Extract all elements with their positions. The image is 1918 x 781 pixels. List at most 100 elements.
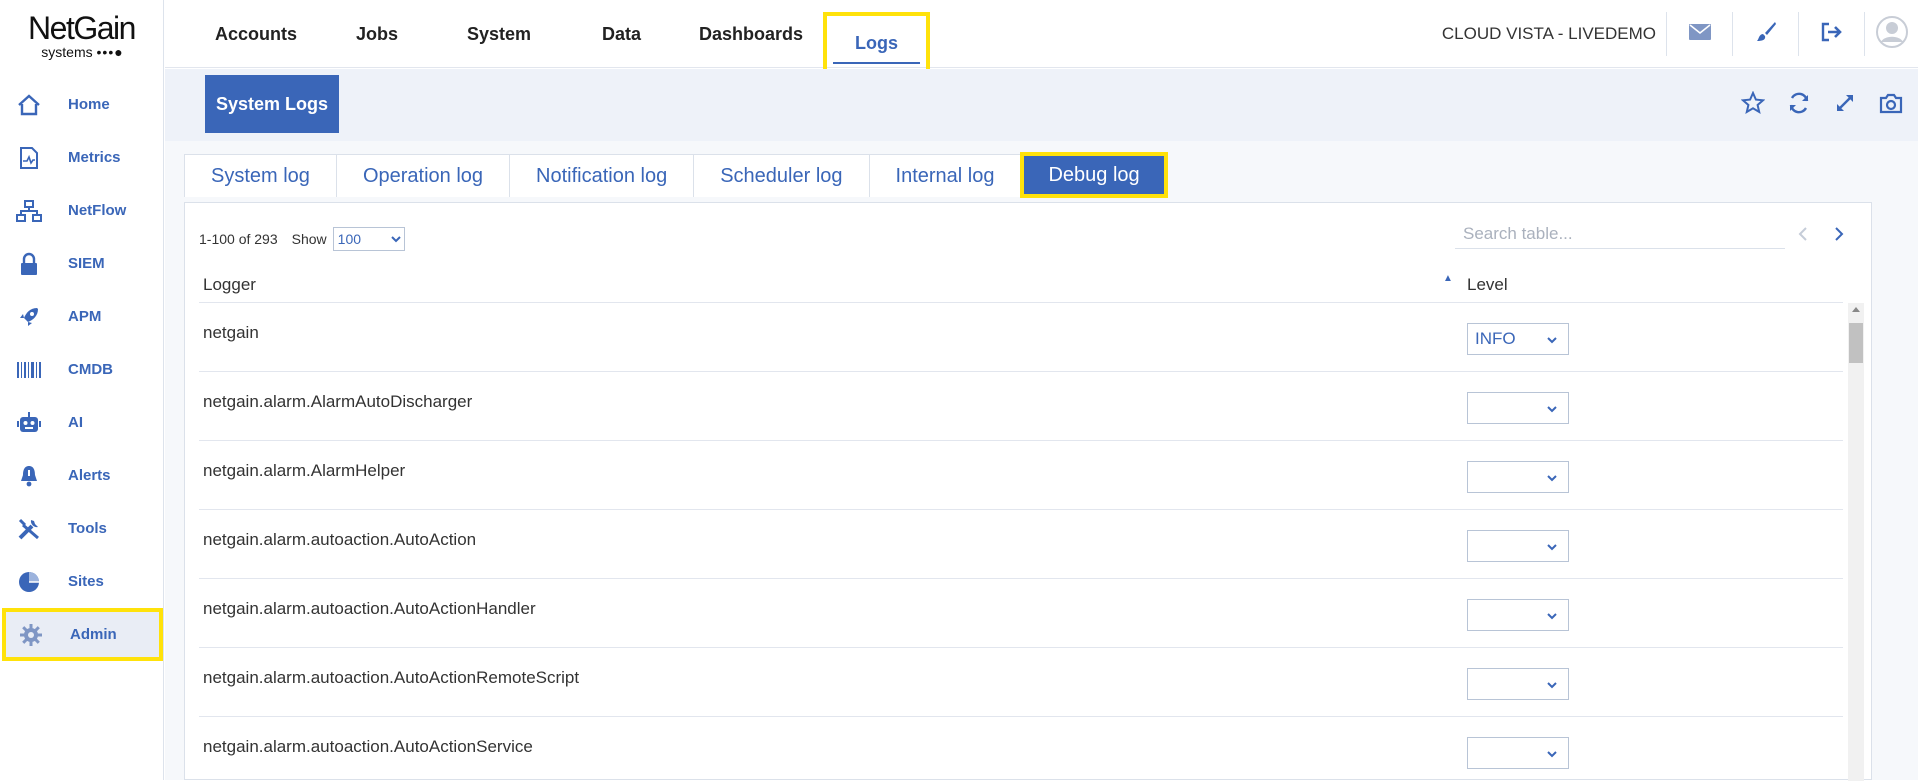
table-row: netgain.alarm.autoaction.AutoActionRemot… xyxy=(199,648,1843,717)
expand-button[interactable] xyxy=(1822,87,1868,123)
sidebar-item-label: Metrics xyxy=(68,149,121,166)
brand-name: NetGain xyxy=(28,10,136,46)
netflow-icon xyxy=(14,196,44,226)
refresh-icon xyxy=(1787,91,1811,120)
sidebar: NetGain systems •••● Home Metrics NetFlo… xyxy=(0,0,164,780)
page-tools xyxy=(1730,87,1914,123)
logout-button[interactable] xyxy=(1798,12,1864,56)
bell-icon xyxy=(14,461,44,491)
sidebar-item-cmdb[interactable]: CMDB xyxy=(0,343,163,396)
metrics-icon xyxy=(14,143,44,173)
tab-logs-label: Logs xyxy=(855,32,898,53)
table-row: netgain.alarm.autoaction.AutoActionHandl… xyxy=(199,579,1843,648)
sidebar-item-label: Alerts xyxy=(68,467,111,484)
sidebar-item-netflow[interactable]: NetFlow xyxy=(0,184,163,237)
screenshot-button[interactable] xyxy=(1868,87,1914,123)
level-select[interactable] xyxy=(1467,737,1569,769)
sort-asc-icon[interactable]: ▲ xyxy=(1443,273,1453,284)
chevron-down-icon xyxy=(1546,608,1558,628)
sidebar-item-apm[interactable]: APM xyxy=(0,290,163,343)
sidebar-item-alerts[interactable]: Alerts xyxy=(0,449,163,502)
logger-name: netgain.alarm.autoaction.AutoActionServi… xyxy=(203,737,533,756)
tab-operation-log[interactable]: Operation log xyxy=(335,154,511,197)
mail-icon xyxy=(1688,23,1711,45)
tab-scheduler-log[interactable]: Scheduler log xyxy=(693,154,870,197)
page-title: System Logs xyxy=(205,75,339,133)
tools-icon xyxy=(14,514,44,544)
table-header: Logger ▲ Level xyxy=(199,263,1843,303)
chevron-down-icon xyxy=(1546,746,1558,766)
logger-name: netgain xyxy=(203,323,259,342)
search-input[interactable] xyxy=(1455,219,1785,249)
table-row: netgain.alarm.AlarmAutoDischarger xyxy=(199,372,1843,441)
sidebar-item-label: AI xyxy=(68,414,83,431)
sidebar-nav: Home Metrics NetFlow SIEM APM CMDB AI Al… xyxy=(0,78,163,661)
favorite-button[interactable] xyxy=(1730,87,1776,123)
theme-button[interactable] xyxy=(1732,12,1798,56)
gear-icon xyxy=(16,620,46,650)
chevron-down-icon xyxy=(1546,539,1558,559)
log-tabs: System log Operation log Notification lo… xyxy=(184,152,1168,198)
table-body: netgain INFO netgain.alarm.AlarmAutoDisc… xyxy=(199,303,1843,781)
tab-internal-log[interactable]: Internal log xyxy=(868,154,1022,197)
tab-accounts[interactable]: Accounts xyxy=(215,0,297,68)
next-page-button[interactable] xyxy=(1826,225,1852,247)
tab-logs[interactable]: Logs xyxy=(823,12,930,74)
sidebar-item-metrics[interactable]: Metrics xyxy=(0,131,163,184)
scrollbar-thumb[interactable] xyxy=(1849,323,1863,363)
refresh-button[interactable] xyxy=(1776,87,1822,123)
table-scrollbar[interactable] xyxy=(1848,303,1864,781)
avatar[interactable] xyxy=(1864,12,1918,56)
record-range: 1-100 of 293 xyxy=(199,231,278,247)
chevron-down-icon xyxy=(1546,677,1558,697)
tab-system-log[interactable]: System log xyxy=(184,154,337,197)
tab-dashboards[interactable]: Dashboards xyxy=(699,0,803,68)
sidebar-item-label: CMDB xyxy=(68,361,113,378)
sidebar-item-admin[interactable]: Admin xyxy=(2,608,163,661)
sidebar-item-label: SIEM xyxy=(68,255,105,272)
chevron-down-icon xyxy=(1546,332,1558,352)
level-select[interactable] xyxy=(1467,461,1569,493)
tab-data[interactable]: Data xyxy=(602,0,641,68)
mail-button[interactable] xyxy=(1666,12,1732,56)
organization-name: CLOUD VISTA - LIVEDEMO xyxy=(1441,24,1656,43)
sidebar-item-siem[interactable]: SIEM xyxy=(0,237,163,290)
tab-debug-log[interactable]: Debug log xyxy=(1020,152,1168,198)
sidebar-item-label: Admin xyxy=(70,626,117,643)
level-select[interactable] xyxy=(1467,599,1569,631)
sidebar-item-label: NetFlow xyxy=(68,202,127,219)
star-icon xyxy=(1740,90,1766,120)
level-select[interactable] xyxy=(1467,668,1569,700)
sidebar-item-sites[interactable]: Sites xyxy=(0,555,163,608)
column-header-level[interactable]: Level xyxy=(1467,275,1508,295)
top-bar: Accounts Jobs System Data Dashboards Log… xyxy=(165,0,1918,74)
tab-jobs[interactable]: Jobs xyxy=(356,0,398,68)
level-select[interactable] xyxy=(1467,392,1569,424)
logger-name: netgain.alarm.autoaction.AutoActionRemot… xyxy=(203,668,580,687)
column-header-logger[interactable]: Logger xyxy=(203,275,256,295)
logger-name: netgain.alarm.autoaction.AutoAction xyxy=(203,530,477,549)
logout-icon xyxy=(1820,22,1844,47)
sidebar-item-ai[interactable]: AI xyxy=(0,396,163,449)
tab-notification-log[interactable]: Notification log xyxy=(509,154,695,197)
account-area: CLOUD VISTA - LIVEDEMO xyxy=(1442,0,1918,68)
barcode-icon xyxy=(14,355,44,385)
home-icon xyxy=(14,90,44,120)
scroll-up-icon[interactable] xyxy=(1852,307,1860,312)
sidebar-item-tools[interactable]: Tools xyxy=(0,502,163,555)
logger-name: netgain.alarm.AlarmHelper xyxy=(203,461,406,480)
active-tab-underline xyxy=(833,62,920,64)
main-content: System log Operation log Notification lo… xyxy=(165,141,1918,781)
table-meta: 1-100 of 293 Show 100 xyxy=(199,227,405,251)
prev-page-button[interactable] xyxy=(1790,225,1816,247)
table-row: netgain.alarm.autoaction.AutoAction xyxy=(199,510,1843,579)
level-select[interactable]: INFO xyxy=(1467,323,1569,355)
brush-icon xyxy=(1755,21,1777,48)
sidebar-item-home[interactable]: Home xyxy=(0,78,163,131)
level-select[interactable] xyxy=(1467,530,1569,562)
netgain-logo[interactable]: NetGain systems •••● xyxy=(0,0,163,68)
chevron-down-icon xyxy=(1546,401,1558,421)
tab-system[interactable]: System xyxy=(467,0,531,68)
table-row: netgain.alarm.AlarmHelper xyxy=(199,441,1843,510)
page-size-select[interactable]: 100 xyxy=(332,227,405,251)
